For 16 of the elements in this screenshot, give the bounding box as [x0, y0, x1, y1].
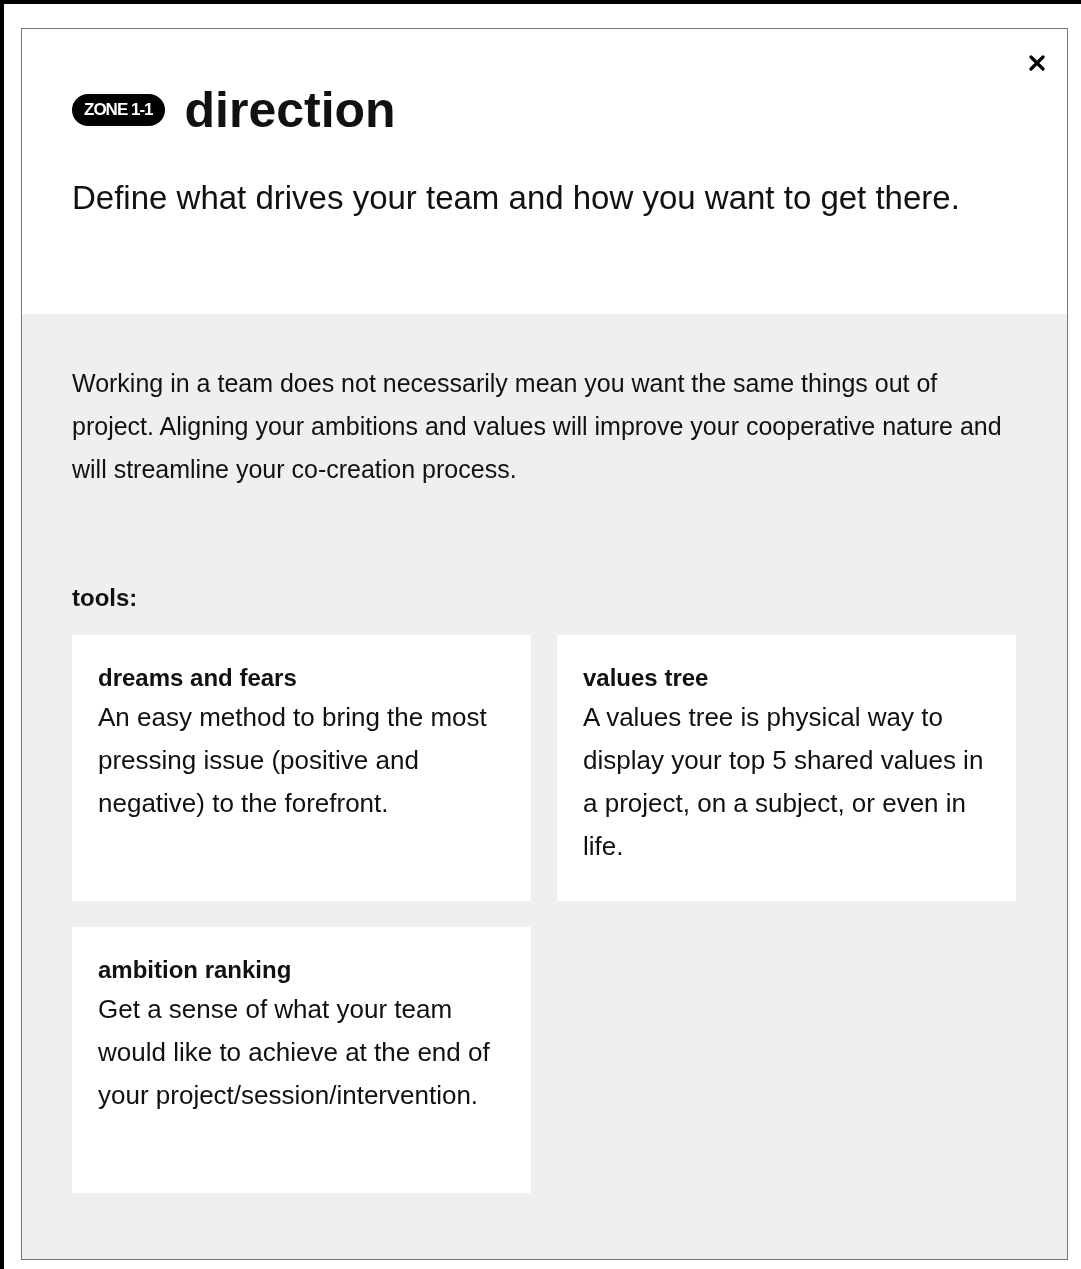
- dialog-title: direction: [184, 81, 396, 139]
- dialog-subtitle: Define what drives your team and how you want to get there.: [72, 178, 961, 218]
- tool-card[interactable]: dreams and fears An easy method to bring the most pressing issue (positive and negative) to the forefront.: [72, 635, 531, 901]
- tool-card[interactable]: values tree A values tree is physical way to display your top 5 shared values in a project, on a subject, or even in life.: [557, 635, 1016, 901]
- tool-description: Get a sense of what your team would like to achieve at the end of your project/session/intervention.: [98, 993, 491, 1112]
- tools-heading: tools:: [72, 583, 139, 613]
- tool-description: A values tree is physical way to display your top 5 shared values in a project, on a subject, or even in life.: [583, 701, 985, 863]
- tool-title: values tree: [583, 663, 710, 693]
- tool-title: ambition ranking: [98, 955, 293, 985]
- tool-title: dreams and fears: [98, 663, 298, 693]
- tool-description: An easy method to bring the most pressing issue (positive and negative) to the forefront.: [98, 701, 488, 820]
- close-icon: [1029, 55, 1045, 71]
- intro-text: Working in a team does not necessarily mean you want the same things out of project. Aligning your ambitions and values will improve your cooperative nature and will streamline your co-creation process.: [72, 368, 1003, 485]
- zone-badge: ZONE 1-1: [72, 94, 165, 126]
- tool-card[interactable]: ambition ranking Get a sense of what your team would like to achieve at the end of your project/session/intervention.: [72, 927, 531, 1193]
- close-button[interactable]: [1029, 55, 1045, 71]
